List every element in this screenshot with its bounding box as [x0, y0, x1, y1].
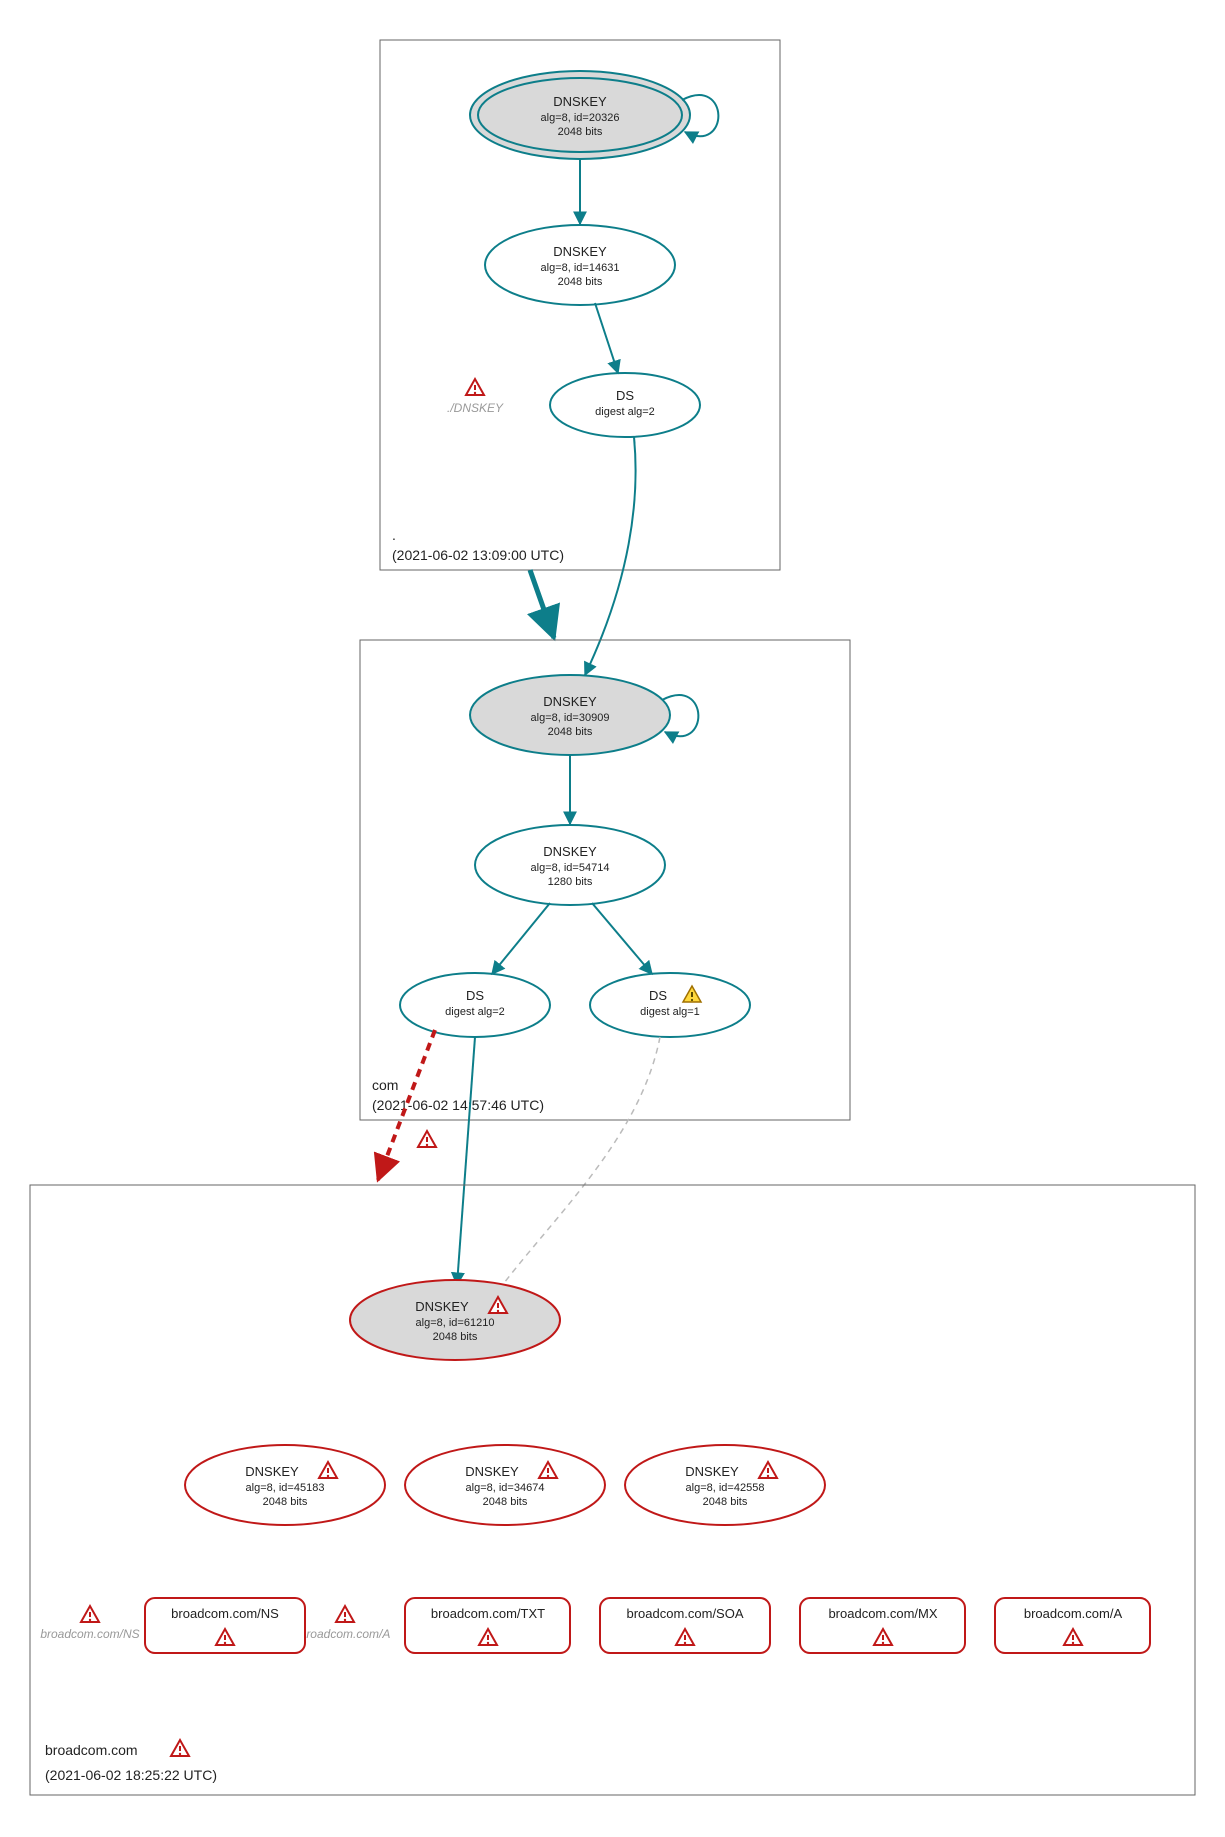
rrset-soa: broadcom.com/SOA [600, 1598, 770, 1653]
svg-text:2048 bits: 2048 bits [558, 126, 603, 138]
edge-delegation [530, 570, 554, 638]
missing-broadcom-a: broadcom.com/A [300, 1606, 391, 1641]
svg-text:digest alg=2: digest alg=2 [445, 1006, 505, 1018]
svg-text:2048 bits: 2048 bits [433, 1331, 478, 1343]
svg-text:broadcom.com/NS: broadcom.com/NS [171, 1606, 279, 1621]
edge [492, 903, 550, 974]
svg-text:broadcom.com/A: broadcom.com/A [1024, 1606, 1123, 1621]
svg-text:alg=8, id=54714: alg=8, id=54714 [531, 862, 610, 874]
svg-text:2048 bits: 2048 bits [558, 276, 603, 288]
zone-com-name: com [372, 1077, 398, 1093]
zone-com-ts: (2021-06-02 14:57:46 UTC) [372, 1097, 544, 1113]
edge [457, 1037, 475, 1285]
edge [585, 437, 636, 675]
node-com-zsk: DNSKEY alg=8, id=54714 1280 bits [475, 825, 665, 905]
svg-text:2048 bits: 2048 bits [548, 726, 593, 738]
node-com-ds1: DS digest alg=1 [590, 973, 750, 1037]
svg-text:DS: DS [649, 988, 667, 1003]
rrset-txt: broadcom.com/TXT [405, 1598, 570, 1653]
svg-text:DS: DS [616, 388, 634, 403]
svg-text:alg=8, id=45183: alg=8, id=45183 [246, 1482, 325, 1494]
svg-text:broadcom.com/A: broadcom.com/A [300, 1627, 391, 1641]
zone-broadcom-ts: (2021-06-02 18:25:22 UTC) [45, 1767, 217, 1783]
error-icon [81, 1606, 99, 1622]
edge [592, 903, 652, 974]
zone-root-ts: (2021-06-02 13:09:00 UTC) [392, 547, 564, 563]
missing-broadcom-ns: broadcom.com/NS [40, 1606, 139, 1641]
rrset-mx: broadcom.com/MX [800, 1598, 965, 1653]
dnssec-diagram: . (2021-06-02 13:09:00 UTC) DNSKEY alg=8… [20, 20, 1205, 1817]
zone-broadcom: broadcom.com (2021-06-02 18:25:22 UTC) D… [30, 1185, 1195, 1795]
node-root-ksk: DNSKEY alg=8, id=20326 2048 bits [470, 71, 718, 159]
error-icon [171, 1740, 189, 1756]
error-icon [466, 379, 484, 395]
svg-text:DNSKEY: DNSKEY [685, 1464, 739, 1479]
zone-com: com (2021-06-02 14:57:46 UTC) DNSKEY alg… [360, 640, 850, 1120]
zone-root: . (2021-06-02 13:09:00 UTC) DNSKEY alg=8… [380, 40, 780, 570]
svg-text:DNSKEY: DNSKEY [553, 94, 607, 109]
node-broadcom-zsk-1: DNSKEY alg=8, id=34674 2048 bits [405, 1445, 605, 1525]
svg-text:broadcom.com/MX: broadcom.com/MX [828, 1606, 937, 1621]
svg-text:alg=8, id=30909: alg=8, id=30909 [531, 712, 610, 724]
edge-dim [495, 1037, 660, 1295]
svg-text:2048 bits: 2048 bits [263, 1496, 308, 1508]
svg-text:alg=8, id=34674: alg=8, id=34674 [466, 1482, 545, 1494]
svg-text:DNSKEY: DNSKEY [415, 1299, 469, 1314]
zone-root-name: . [392, 527, 396, 543]
svg-text:digest alg=1: digest alg=1 [640, 1006, 700, 1018]
svg-text:DNSKEY: DNSKEY [543, 844, 597, 859]
svg-text:DNSKEY: DNSKEY [543, 694, 597, 709]
svg-text:DNSKEY: DNSKEY [245, 1464, 299, 1479]
node-broadcom-zsk-2: DNSKEY alg=8, id=42558 2048 bits [625, 1445, 825, 1525]
svg-text:digest alg=2: digest alg=2 [595, 406, 655, 418]
error-icon [336, 1606, 354, 1622]
svg-text:broadcom.com/SOA: broadcom.com/SOA [626, 1606, 743, 1621]
rrset-a: broadcom.com/A [995, 1598, 1150, 1653]
svg-text:DNSKEY: DNSKEY [553, 244, 607, 259]
svg-text:DNSKEY: DNSKEY [465, 1464, 519, 1479]
svg-text:./DNSKEY: ./DNSKEY [447, 401, 504, 415]
svg-text:broadcom.com/NS: broadcom.com/NS [40, 1627, 139, 1641]
svg-text:broadcom.com/TXT: broadcom.com/TXT [431, 1606, 545, 1621]
rrset-ns: broadcom.com/NS [145, 1598, 305, 1653]
svg-text:2048 bits: 2048 bits [703, 1496, 748, 1508]
svg-text:2048 bits: 2048 bits [483, 1496, 528, 1508]
edge [595, 303, 618, 373]
svg-text:alg=8, id=14631: alg=8, id=14631 [541, 262, 620, 274]
node-broadcom-ksk: DNSKEY alg=8, id=61210 2048 bits [350, 1280, 560, 1360]
node-com-ds2: DS digest alg=2 [400, 973, 550, 1037]
node-broadcom-zsk-0: DNSKEY alg=8, id=45183 2048 bits [185, 1445, 385, 1525]
missing-root-dnskey: ./DNSKEY [447, 379, 504, 415]
svg-text:alg=8, id=20326: alg=8, id=20326 [541, 112, 620, 124]
zone-broadcom-name: broadcom.com [45, 1742, 138, 1758]
svg-text:DS: DS [466, 988, 484, 1003]
node-root-zsk: DNSKEY alg=8, id=14631 2048 bits [485, 225, 675, 305]
node-com-ksk: DNSKEY alg=8, id=30909 2048 bits [470, 675, 698, 755]
svg-text:1280 bits: 1280 bits [548, 876, 593, 888]
error-icon [418, 1131, 436, 1147]
svg-text:alg=8, id=61210: alg=8, id=61210 [416, 1317, 495, 1329]
node-root-ds: DS digest alg=2 [550, 373, 700, 437]
svg-text:alg=8, id=42558: alg=8, id=42558 [686, 1482, 765, 1494]
